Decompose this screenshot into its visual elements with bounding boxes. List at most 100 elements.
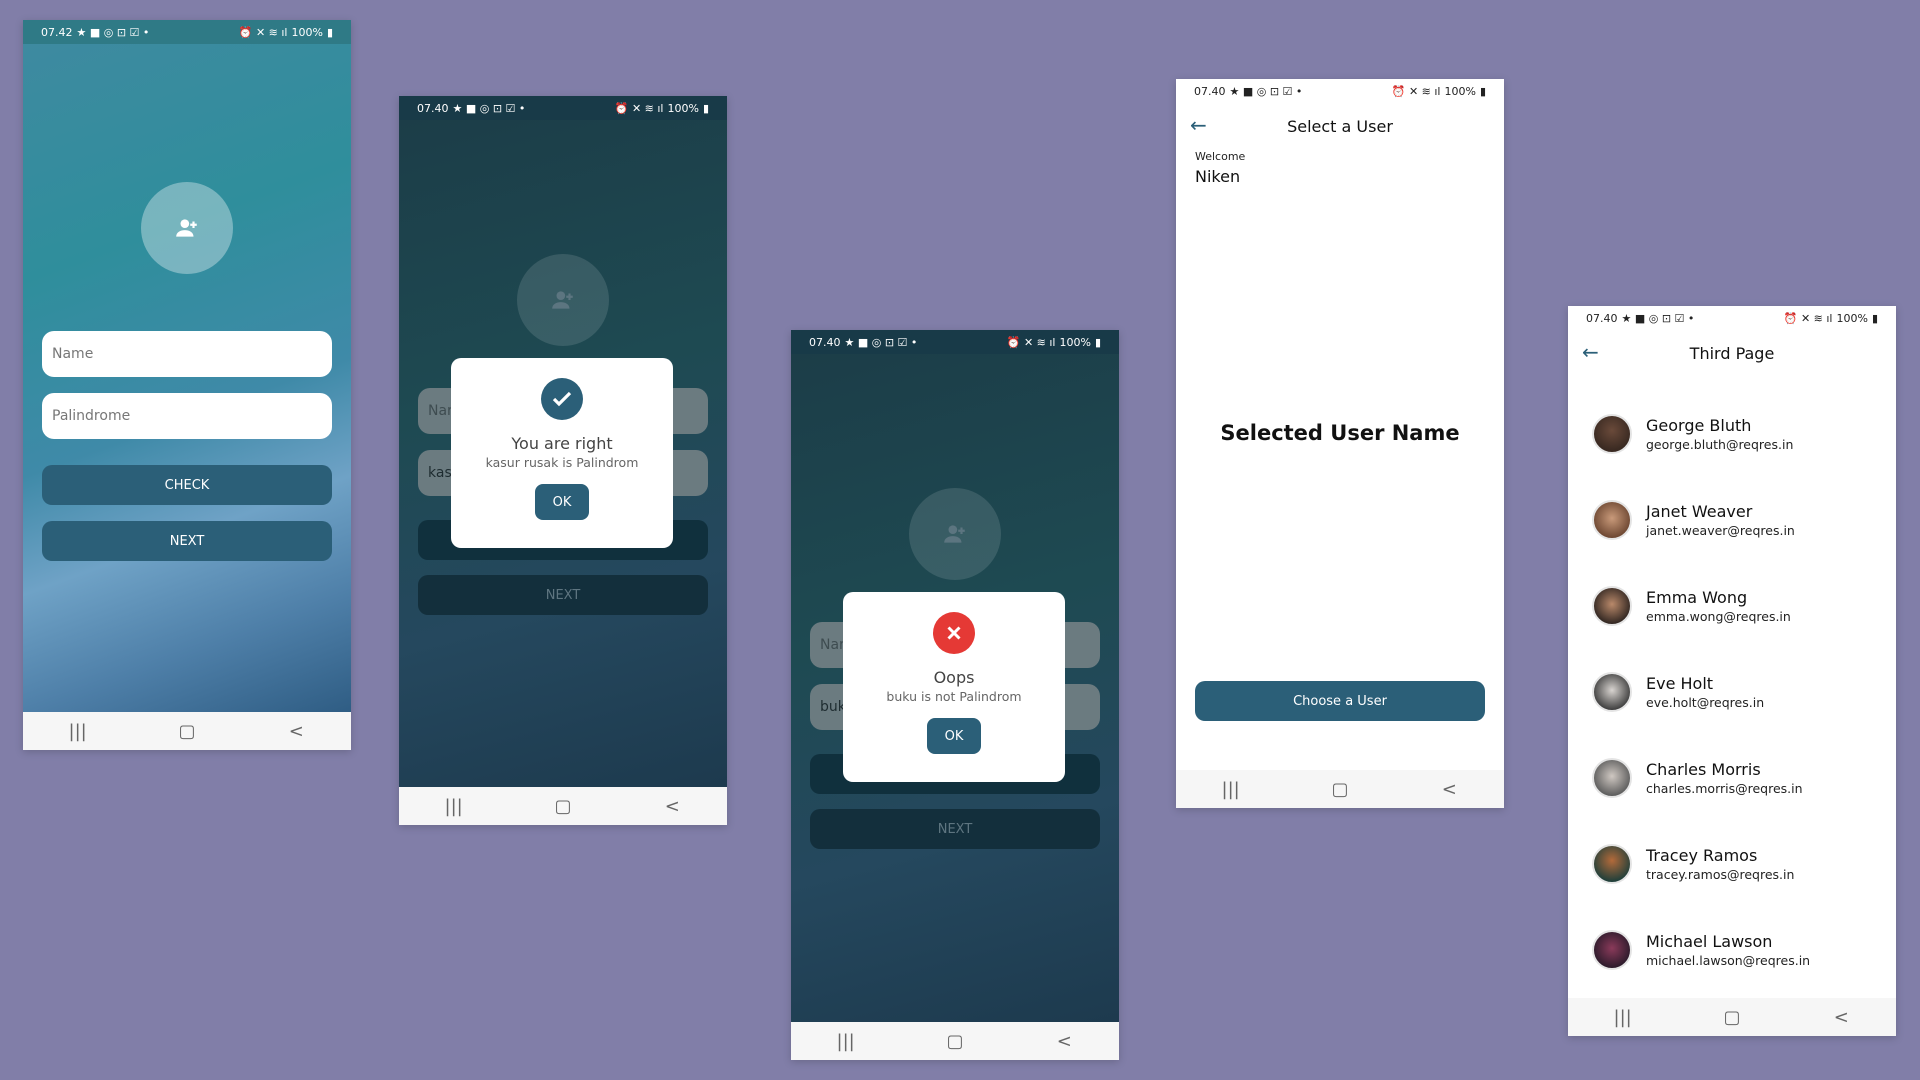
success-dialog: You are right kasur rusak is Palindrom O…	[451, 358, 673, 548]
ok-button[interactable]: OK	[535, 484, 589, 520]
notification-icons: ★ ■ ◎ ⊡ ☑ •	[1229, 84, 1303, 98]
avatar	[1592, 758, 1632, 798]
phone-success-dialog: 07.40 ★ ■ ◎ ⊡ ☑ • ⏰ ✕ ≋ ıl 100% ▮ Nar kas N…	[399, 96, 727, 825]
app-bar: ← Select a User	[1176, 103, 1504, 149]
battery-icon: ▮	[326, 25, 333, 39]
list-item[interactable]: Michael Lawson michael.lawson@reqres.in	[1592, 920, 1886, 980]
status-time: 07.42	[41, 25, 73, 39]
back-nav-button[interactable]: <	[1821, 1007, 1861, 1028]
dimmed-background: Nar buk NEXT Oops buku is not Palindrom …	[791, 354, 1119, 1022]
user-name: Niken	[1195, 167, 1241, 186]
battery-level: 100%	[1444, 84, 1476, 98]
ok-button[interactable]: OK	[927, 718, 981, 754]
system-icons: ⏰ ✕ ≋ ıl	[238, 25, 288, 39]
home-button[interactable]: ▢	[935, 1031, 975, 1052]
dialog-title: You are right	[511, 434, 613, 453]
error-x-icon	[933, 612, 975, 654]
list-item[interactable]: Charles Morris charles.morris@reqres.in	[1592, 748, 1886, 808]
user-name: George Bluth	[1646, 416, 1752, 435]
list-item[interactable]: Emma Wong emma.wong@reqres.in	[1592, 576, 1886, 636]
add-photo-button[interactable]	[517, 254, 609, 346]
app-bar: ← Third Page	[1568, 330, 1896, 376]
back-arrow-icon[interactable]: ←	[1190, 115, 1207, 135]
avatar	[1592, 586, 1632, 626]
next-button[interactable]: NEXT	[418, 575, 708, 615]
recents-button[interactable]: |||	[1603, 1007, 1643, 1028]
add-photo-button[interactable]	[909, 488, 1001, 580]
avatar	[1592, 414, 1632, 454]
dialog-title: Oops	[933, 668, 975, 687]
status-bar: 07.40 ★ ■ ◎ ⊡ ☑ • ⏰ ✕ ≋ ıl 100% ▮	[1176, 79, 1504, 103]
notification-icons: ★ ■ ◎ ⊡ ☑ •	[1621, 311, 1695, 325]
list-item[interactable]: Janet Weaver janet.weaver@reqres.in	[1592, 490, 1886, 550]
user-email: janet.weaver@reqres.in	[1646, 523, 1795, 538]
phone-error-dialog: 07.40 ★ ■ ◎ ⊡ ☑ • ⏰ ✕ ≋ ıl 100% ▮ Nar buk N…	[791, 330, 1119, 1060]
name-input[interactable]: Name	[42, 331, 332, 377]
user-name: Eve Holt	[1646, 674, 1714, 693]
back-nav-button[interactable]: <	[1044, 1031, 1084, 1052]
recents-button[interactable]: |||	[434, 796, 474, 817]
palindrome-input[interactable]: Palindrome	[42, 393, 332, 439]
notification-icons: ★ ■ ◎ ⊡ ☑ •	[452, 101, 526, 115]
back-nav-button[interactable]: <	[276, 721, 316, 742]
home-button[interactable]: ▢	[1712, 1007, 1752, 1028]
system-icons: ⏰ ✕ ≋ ıl	[1391, 84, 1441, 98]
home-button[interactable]: ▢	[167, 721, 207, 742]
avatar	[1592, 672, 1632, 712]
battery-icon: ▮	[1479, 84, 1486, 98]
user-name: Emma Wong	[1646, 588, 1748, 607]
phone-third-page: 07.40 ★ ■ ◎ ⊡ ☑ • ⏰ ✕ ≋ ıl 100% ▮ ← Third P…	[1568, 306, 1896, 1036]
recents-button[interactable]: |||	[1211, 779, 1251, 800]
notification-icons: ★ ■ ◎ ⊡ ☑ •	[76, 25, 150, 39]
status-bar: 07.40 ★ ■ ◎ ⊡ ☑ • ⏰ ✕ ≋ ıl 100% ▮	[1568, 306, 1896, 330]
next-button[interactable]: NEXT	[810, 809, 1100, 849]
check-circle-icon	[541, 378, 583, 420]
user-name: Michael Lawson	[1646, 932, 1773, 951]
selected-user-name: Selected User Name	[1220, 421, 1460, 445]
battery-level: 100%	[667, 101, 699, 115]
recents-button[interactable]: |||	[826, 1031, 866, 1052]
check-button[interactable]: CHECK	[42, 465, 332, 505]
user-email: emma.wong@reqres.in	[1646, 609, 1791, 624]
page-title: Select a User	[1287, 116, 1393, 136]
add-photo-button[interactable]	[141, 182, 233, 274]
back-arrow-icon[interactable]: ←	[1582, 342, 1599, 362]
navigation-bar: ||| ▢ <	[1176, 770, 1504, 808]
avatar	[1592, 500, 1632, 540]
phone-first-screen: 07.42 ★ ■ ◎ ⊡ ☑ • ⏰ ✕ ≋ ıl 100% ▮ Name Pali…	[23, 20, 351, 750]
status-time: 07.40	[809, 335, 841, 349]
navigation-bar: ||| ▢ <	[1568, 998, 1896, 1036]
avatar	[1592, 844, 1632, 884]
error-dialog: Oops buku is not Palindrom OK	[843, 592, 1065, 782]
gradient-background: Name Palindrome CHECK NEXT	[23, 44, 351, 712]
phone-select-user: 07.40 ★ ■ ◎ ⊡ ☑ • ⏰ ✕ ≋ ıl 100% ▮ ← Select …	[1176, 79, 1504, 808]
list-item[interactable]: George Bluth george.bluth@reqres.in	[1592, 404, 1886, 464]
list-item[interactable]: Eve Holt eve.holt@reqres.in	[1592, 662, 1886, 722]
next-button[interactable]: NEXT	[42, 521, 332, 561]
back-nav-button[interactable]: <	[652, 796, 692, 817]
back-nav-button[interactable]: <	[1429, 779, 1469, 800]
navigation-bar: ||| ▢ <	[791, 1022, 1119, 1060]
palindrome-field-text: kas	[428, 465, 452, 481]
name-field-text: Nar	[428, 403, 453, 419]
name-placeholder: Name	[52, 346, 94, 362]
home-button[interactable]: ▢	[1320, 779, 1360, 800]
user-email: michael.lawson@reqres.in	[1646, 953, 1811, 968]
status-time: 07.40	[1194, 84, 1226, 98]
dialog-message: kasur rusak is Palindrom	[485, 455, 639, 470]
status-time: 07.40	[1586, 311, 1618, 325]
name-field-text: Nar	[820, 637, 845, 653]
add-person-icon	[552, 291, 573, 309]
battery-level: 100%	[291, 25, 323, 39]
recents-button[interactable]: |||	[58, 721, 98, 742]
status-bar: 07.40 ★ ■ ◎ ⊡ ☑ • ⏰ ✕ ≋ ıl 100% ▮	[399, 96, 727, 120]
home-button[interactable]: ▢	[543, 796, 583, 817]
status-time: 07.40	[417, 101, 449, 115]
user-email: charles.morris@reqres.in	[1646, 781, 1803, 796]
choose-user-button[interactable]: Choose a User	[1195, 681, 1485, 721]
list-item[interactable]: Tracey Ramos tracey.ramos@reqres.in	[1592, 834, 1886, 894]
battery-icon: ▮	[1094, 335, 1101, 349]
status-bar: 07.42 ★ ■ ◎ ⊡ ☑ • ⏰ ✕ ≋ ıl 100% ▮	[23, 20, 351, 44]
avatar	[1592, 930, 1632, 970]
system-icons: ⏰ ✕ ≋ ıl	[1006, 335, 1056, 349]
